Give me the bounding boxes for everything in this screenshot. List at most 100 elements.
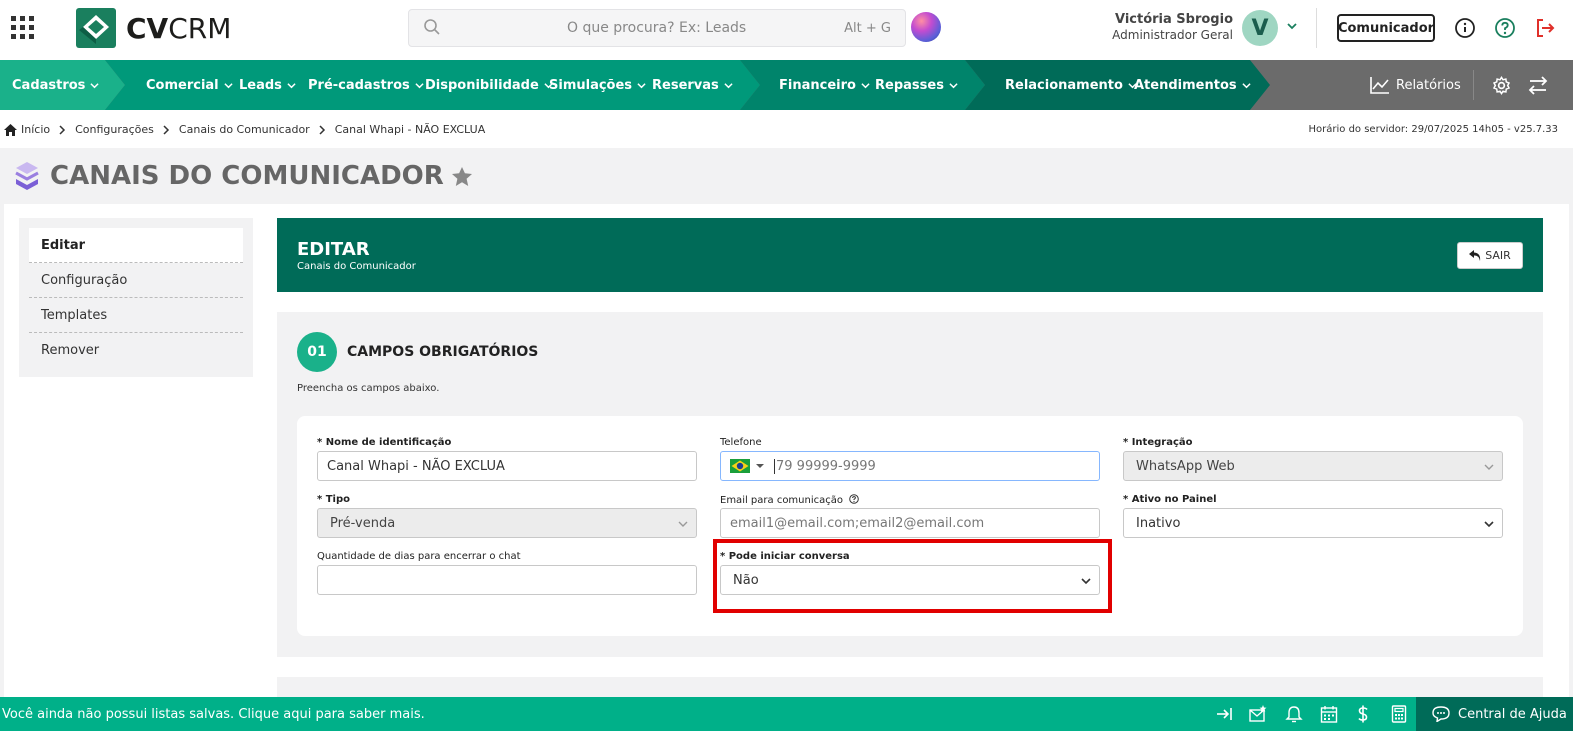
chevron-down-icon — [861, 82, 870, 88]
help-icon[interactable] — [1494, 17, 1516, 39]
ativo-value: Inativo — [1136, 515, 1181, 531]
telefone-field: Telefone 79 99999-9999 — [720, 437, 1100, 481]
nav-cadastros[interactable]: Cadastros — [12, 60, 100, 110]
ativo-select[interactable]: Inativo — [1123, 508, 1503, 538]
side-item-editar[interactable]: Editar — [29, 228, 243, 263]
highlight-box — [713, 539, 1112, 613]
help-center-button[interactable]: Central de Ajuda — [1416, 697, 1573, 731]
logo-text-bold: CV — [126, 11, 169, 45]
nav-label: Disponibilidade — [425, 77, 539, 93]
logo-text-light: CRM — [168, 11, 232, 45]
user-name: Victória Sbrogio — [1114, 12, 1233, 27]
nav-pre-cadastros[interactable]: Pré-cadastros — [308, 60, 424, 110]
breadcrumb-configuracoes[interactable]: Configurações — [75, 123, 154, 136]
side-item-templates[interactable]: Templates — [29, 298, 243, 333]
card-subtitle: Canais do Comunicador — [297, 261, 416, 272]
nome-input[interactable]: Canal Whapi - NÃO EXCLUA — [317, 451, 697, 481]
nome-label: * Nome de identificação — [317, 437, 452, 448]
nav-leads[interactable]: Leads — [239, 60, 296, 110]
page-title: CANAIS DO COMUNICADOR — [50, 161, 444, 191]
chevron-down-icon — [1484, 464, 1494, 470]
nav-label: Repasses — [875, 77, 944, 93]
avatar[interactable]: V — [1242, 10, 1278, 46]
email-label-row: Email para comunicação — [720, 494, 1100, 508]
comunicador-button[interactable]: Comunicador — [1337, 14, 1435, 42]
help-center-label: Central de Ajuda — [1458, 706, 1567, 722]
nav-disponibilidade[interactable]: Disponibilidade — [425, 60, 553, 110]
side-item-remover[interactable]: Remover — [29, 333, 243, 368]
user-info[interactable]: Victória Sbrogio Administrador Geral — [1100, 12, 1233, 42]
edit-card-header: EDITAR Canais do Comunicador SAIR — [277, 218, 1543, 292]
integracao-label: * Integração — [1123, 437, 1193, 448]
chevron-right-icon — [319, 124, 325, 135]
breadcrumb-home[interactable]: Início — [21, 123, 50, 136]
apps-grid-icon[interactable] — [0, 0, 45, 55]
swap-arrows-icon[interactable] — [1528, 76, 1548, 95]
nav-relatorios[interactable]: Relatórios — [1370, 60, 1461, 110]
search-input[interactable]: O que procura? Ex: Leads Alt + G — [408, 9, 906, 47]
telefone-placeholder: 79 99999-9999 — [774, 458, 876, 474]
tipo-label: * Tipo — [317, 494, 350, 505]
section-title: CAMPOS OBRIGATÓRIOS — [347, 344, 539, 360]
integracao-select[interactable]: WhatsApp Web — [1123, 451, 1503, 481]
email-label: Email para comunicação — [720, 495, 843, 506]
undo-arrow-icon — [1469, 250, 1481, 261]
question-circle-icon[interactable] — [849, 494, 859, 504]
email-input[interactable]: email1@email.com;email2@email.com — [720, 508, 1100, 538]
comunicador-channels-icon — [15, 162, 39, 190]
telefone-label: Telefone — [720, 437, 762, 448]
integracao-value: WhatsApp Web — [1136, 458, 1235, 474]
cvcrm-logo[interactable]: CVCRM — [76, 8, 231, 48]
logout-icon[interactable] — [1534, 17, 1556, 39]
side-item-configuracao[interactable]: Configuração — [29, 263, 243, 298]
bell-icon[interactable] — [1285, 705, 1303, 723]
chevron-down-icon — [678, 521, 688, 527]
nav-label: Reservas — [652, 77, 719, 93]
brazil-flag-icon[interactable] — [730, 459, 750, 473]
dias-input[interactable] — [317, 565, 697, 595]
collapse-right-icon[interactable] — [1215, 705, 1233, 723]
calculator-icon[interactable] — [1390, 705, 1408, 723]
nav-label: Relacionamento — [1005, 77, 1123, 93]
step-badge: 01 — [297, 332, 337, 372]
chat-bubble-icon — [1432, 706, 1450, 722]
top-header: CVCRM O que procura? Ex: Leads Alt + G V… — [0, 0, 1573, 60]
chevron-down-icon — [1484, 521, 1494, 528]
nav-atendimentos[interactable]: Atendimentos — [1134, 60, 1251, 110]
tipo-value: Pré-venda — [330, 515, 396, 531]
chart-line-icon — [1370, 77, 1389, 94]
chevron-down-icon — [224, 82, 233, 88]
search-icon — [424, 19, 440, 35]
footer-bar: Você ainda não possui listas salvas. Cli… — [0, 697, 1573, 731]
nav-reservas[interactable]: Reservas — [652, 60, 733, 110]
calendar-icon[interactable] — [1320, 705, 1338, 723]
telefone-input[interactable]: 79 99999-9999 — [720, 451, 1100, 481]
nav-financeiro[interactable]: Financeiro — [779, 60, 870, 110]
chevron-down-icon — [637, 82, 646, 88]
tipo-select[interactable]: Pré-venda — [317, 508, 697, 538]
breadcrumb-canais[interactable]: Canais do Comunicador — [179, 123, 310, 136]
exit-button[interactable]: SAIR — [1457, 242, 1523, 269]
nav-label: Financeiro — [779, 77, 856, 93]
saved-lists-message[interactable]: Você ainda não possui listas salvas. Cli… — [2, 707, 425, 722]
page-title-row: CANAIS DO COMUNICADOR — [12, 160, 472, 192]
ai-assistant-orb-icon[interactable] — [911, 12, 941, 42]
chevron-down-icon[interactable] — [1286, 20, 1298, 32]
star-icon[interactable] — [451, 166, 472, 186]
dollar-icon[interactable] — [1354, 705, 1372, 723]
nav-relacionamento[interactable]: Relacionamento — [1005, 60, 1137, 110]
server-time: Horário do servidor: 29/07/2025 14h05 - … — [1308, 124, 1558, 135]
info-icon[interactable] — [1454, 17, 1476, 39]
nav-label: Relatórios — [1396, 77, 1461, 93]
tipo-field: * Tipo Pré-venda — [317, 494, 697, 538]
chevron-down-icon — [415, 82, 424, 88]
dias-field: Quantidade de dias para encerrar o chat — [317, 551, 697, 595]
chevron-down-icon — [90, 82, 100, 88]
user-role: Administrador Geral — [1112, 28, 1233, 42]
gear-icon[interactable] — [1492, 76, 1511, 95]
nav-label: Pré-cadastros — [308, 77, 410, 93]
nav-repasses[interactable]: Repasses — [875, 60, 958, 110]
nav-comercial[interactable]: Comercial — [146, 60, 233, 110]
mail-star-icon[interactable] — [1249, 705, 1267, 723]
nav-simulacoes[interactable]: Simulações — [549, 60, 646, 110]
